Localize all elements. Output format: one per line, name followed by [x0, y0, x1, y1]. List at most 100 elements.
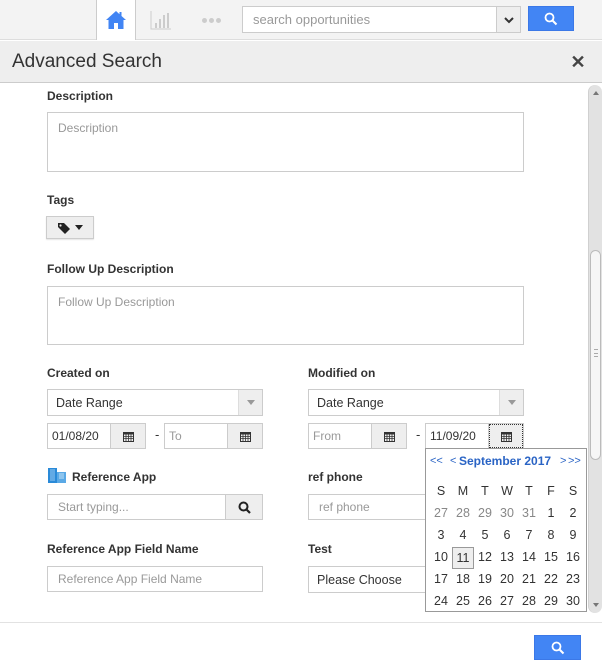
search-dropdown-button[interactable]	[497, 6, 521, 33]
calendar-day[interactable]: 21	[518, 569, 540, 591]
next-month-button[interactable]: >	[560, 455, 566, 467]
calendar-day[interactable]: 27	[496, 591, 518, 613]
scroll-up-button[interactable]	[591, 88, 601, 98]
home-icon	[106, 11, 126, 29]
calendar-day-selected[interactable]: 11	[452, 547, 474, 569]
calendar-day[interactable]: 2	[562, 503, 584, 525]
created-on-label: Created on	[47, 366, 110, 380]
calendar-day[interactable]: 17	[430, 569, 452, 591]
reference-app-search-button[interactable]	[225, 494, 263, 520]
weekday-label: S	[568, 484, 578, 498]
range-separator: -	[155, 427, 160, 442]
caret-down-icon	[75, 225, 83, 230]
calendar-day[interactable]: 27	[430, 503, 452, 525]
calendar-day[interactable]: 10	[430, 547, 452, 569]
calendar-day[interactable]: 29	[474, 503, 496, 525]
calendar-week-row: 24 25 26 27 28 29 30	[430, 591, 584, 613]
calendar-day[interactable]: 4	[452, 525, 474, 547]
calendar-week-row: 27 28 29 30 31 1 2	[430, 503, 584, 525]
calendar-day[interactable]: 24	[430, 591, 452, 613]
created-on-from-calendar-button[interactable]	[110, 423, 146, 449]
created-on-to-input[interactable]: To	[164, 423, 228, 449]
calendar-day[interactable]: 30	[496, 503, 518, 525]
created-on-from-input[interactable]: 01/08/20	[47, 423, 111, 449]
scrollbar-thumb[interactable]	[590, 249, 601, 460]
weekday-label: T	[481, 484, 489, 498]
nav-more-button[interactable]	[196, 8, 226, 32]
calendar-day[interactable]: 26	[474, 591, 496, 613]
created-on-to-calendar-button[interactable]	[227, 423, 263, 449]
calendar-week-row: 3456789	[430, 525, 584, 547]
run-search-button[interactable]	[534, 635, 581, 660]
scroll-down-button[interactable]	[591, 600, 601, 610]
tag-icon	[58, 222, 70, 234]
modified-on-mode-value: Date Range	[317, 396, 384, 410]
search-icon	[544, 12, 558, 25]
tags-label: Tags	[47, 193, 75, 207]
dialog-header: Advanced Search ✕	[0, 41, 602, 83]
calendar-day[interactable]: 16	[562, 547, 584, 569]
calendar-day[interactable]: 3	[430, 525, 452, 547]
modified-on-mode-select[interactable]: Date Range	[308, 389, 524, 416]
nav-reports-button[interactable]	[148, 8, 174, 32]
content-scrollbar[interactable]	[588, 85, 602, 613]
calendar-week-row: 10 11 12 13 14 15 16	[430, 547, 584, 569]
calendar-day[interactable]: 25	[452, 591, 474, 613]
calendar-day[interactable]: 20	[496, 569, 518, 591]
calendar-day[interactable]: 12	[474, 547, 496, 569]
weekday-label: S	[436, 484, 446, 498]
calendar-day[interactable]: 7	[518, 525, 540, 547]
reference-app-field-input[interactable]: Reference App Field Name	[47, 566, 263, 592]
range-separator: -	[416, 427, 421, 442]
calendar-day[interactable]: 28	[452, 503, 474, 525]
calendar-day[interactable]: 22	[540, 569, 562, 591]
follow-up-textarea[interactable]: Follow Up Description	[47, 286, 524, 345]
calendar-day[interactable]: 5	[474, 525, 496, 547]
search-input[interactable]: search opportunities	[242, 6, 497, 33]
calendar-day[interactable]: 29	[540, 591, 562, 613]
calendar-day[interactable]: 28	[518, 591, 540, 613]
calendar-header: << < September 2017 > >>	[426, 454, 586, 470]
calendar-day[interactable]: 19	[474, 569, 496, 591]
calendar-day[interactable]: 15	[540, 547, 562, 569]
weekday-label: W	[501, 484, 513, 498]
calendar-day[interactable]: 31	[518, 503, 540, 525]
calendar-day[interactable]: 6	[496, 525, 518, 547]
prev-year-button[interactable]: <<	[430, 455, 443, 467]
calendar-day[interactable]: 13	[496, 547, 518, 569]
building-icon	[48, 468, 66, 483]
arrow-up-icon	[593, 91, 599, 95]
weekday-row: S M T W T F S	[430, 481, 584, 503]
test-select-value: Please Choose	[317, 573, 402, 587]
ref-phone-label: ref phone	[308, 470, 363, 484]
modified-on-from-calendar-button[interactable]	[371, 423, 407, 449]
description-textarea[interactable]: Description	[47, 112, 524, 172]
calendar-day[interactable]: 14	[518, 547, 540, 569]
calendar-day[interactable]: 23	[562, 569, 584, 591]
calendar-day[interactable]: 18	[452, 569, 474, 591]
next-year-button[interactable]: >>	[568, 455, 581, 467]
modified-on-label: Modified on	[308, 366, 376, 380]
calendar-month-label[interactable]: September 2017	[459, 454, 551, 468]
calendar-day[interactable]: 9	[562, 525, 584, 547]
reference-app-input[interactable]: Start typing...	[47, 494, 226, 520]
tags-dropdown-button[interactable]	[46, 216, 94, 239]
more-dots-icon	[201, 17, 207, 23]
search-button[interactable]	[528, 6, 574, 31]
created-on-mode-select[interactable]: Date Range	[47, 389, 263, 416]
modified-on-to-input[interactable]: 11/09/20	[425, 423, 489, 449]
search-icon	[238, 501, 251, 514]
calendar-day[interactable]: 1	[540, 503, 562, 525]
calendar-day[interactable]: 8	[540, 525, 562, 547]
calendar-day[interactable]: 30	[562, 591, 584, 613]
calendar-icon	[239, 431, 251, 442]
modified-on-from-input[interactable]: From	[308, 423, 372, 449]
top-nav: search opportunities	[0, 0, 602, 40]
prev-month-button[interactable]: <	[450, 455, 456, 467]
modified-on-to-calendar-button[interactable]	[488, 423, 524, 449]
calendar-icon	[500, 431, 512, 442]
grip-icon	[594, 348, 598, 357]
close-icon[interactable]: ✕	[570, 53, 586, 71]
calendar-weeks: 27 28 29 30 31 1 2 3 4 5 6 7 8 9 10 11 12 13 14 15 16 17 18 19 2…	[430, 503, 584, 613]
nav-home-button[interactable]	[96, 0, 136, 40]
